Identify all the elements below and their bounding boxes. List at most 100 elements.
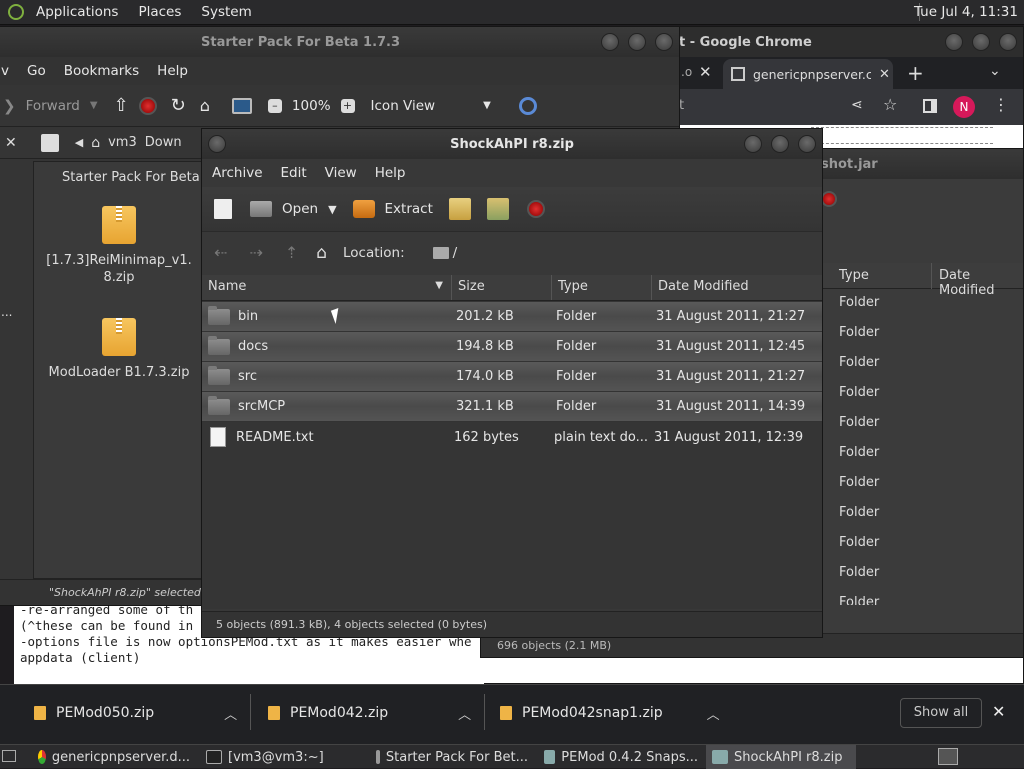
taskbar-item[interactable]: [vm3@vm3:~] [200,745,366,769]
column-type[interactable]: Type [552,275,652,300]
bg-file-row[interactable]: Folder [839,535,879,550]
zoom-in-icon[interactable]: + [340,98,355,113]
forward-arrow-icon[interactable]: ⇢ [249,243,262,262]
download-menu-chevron-icon[interactable]: ︿ [458,704,471,723]
new-archive-icon[interactable] [214,199,232,219]
add-files-icon[interactable] [448,198,471,220]
tab-close-icon[interactable]: ✕ [879,67,890,82]
up-arrow-icon[interactable]: ⇡ [285,243,298,262]
extract-icon[interactable] [352,200,375,218]
column-date[interactable]: Date Modified [652,275,822,300]
home-icon[interactable]: ⌂ [316,243,327,263]
open-dropdown-icon[interactable]: ▼ [328,203,336,216]
edit-location-icon[interactable] [40,133,59,152]
tab-search-chevron-icon[interactable]: ⌄ [989,63,1001,79]
bg-file-row[interactable]: Folder [839,355,879,370]
view-menu[interactable]: View [325,165,357,181]
help-menu[interactable]: Help [157,63,188,79]
back-arrow-icon[interactable]: ⇠ [214,243,227,262]
download-item[interactable]: PEMod042.zip ︿ [268,690,471,736]
add-folder-icon[interactable] [486,198,509,220]
clock[interactable]: Tue Jul 4, 11:31 [914,4,1018,20]
stop-icon[interactable] [526,200,545,218]
forward-button[interactable]: Forward [26,98,80,114]
bg-file-row[interactable]: Folder [839,325,879,340]
distro-logo-icon[interactable] [8,4,24,20]
chrome-tab-active[interactable]: genericpnpserver.c ✕ [723,59,893,89]
path-downloads[interactable]: Down [145,135,182,150]
file-row[interactable]: docs 194.8 kB Folder 31 August 2011, 12:45 [202,332,822,362]
download-menu-chevron-icon[interactable]: ︿ [707,704,720,723]
bg-file-row[interactable]: Folder [839,415,879,430]
maximize-button[interactable] [972,33,990,51]
file-row[interactable]: src 174.0 kB Folder 31 August 2011, 21:27 [202,362,822,392]
bg-file-row[interactable]: Folder [839,385,879,400]
bg-file-row[interactable]: Folder [839,475,879,490]
home-icon[interactable]: ⌂ [200,96,210,115]
help-menu[interactable]: Help [375,165,406,181]
bg-file-row[interactable]: Folder [839,445,879,460]
places-menu[interactable]: Places [138,4,181,20]
close-sidebar-icon[interactable]: ✕ [5,135,17,151]
show-desktop-icon[interactable] [2,750,16,762]
taskbar-item[interactable]: genericpnpserver.d... [32,745,196,769]
minimize-button[interactable] [945,33,963,51]
column-type[interactable]: Type [839,268,869,283]
new-tab-icon[interactable]: + [907,61,924,85]
system-menu[interactable]: System [201,4,251,20]
view-mode-select[interactable]: Icon View [371,98,436,114]
maximize-button[interactable] [628,33,646,51]
close-downloads-icon[interactable]: ✕ [992,702,1005,721]
stop-icon[interactable] [821,191,837,207]
forward-dropdown-icon[interactable]: ▼ [90,100,98,111]
up-arrow-icon[interactable]: ⇧ [114,95,129,116]
tab-close-icon[interactable]: ✕ [699,63,712,81]
download-item[interactable]: PEMod042snap1.zip ︿ [500,690,720,736]
maximize-button[interactable] [771,135,789,153]
taskbar-item[interactable]: PEMod 0.4.2 Snaps... [538,745,704,769]
download-item[interactable]: PEMod050.zip ︿ [34,690,237,736]
zoom-out-icon[interactable]: – [267,98,282,113]
location-value[interactable]: / [453,245,458,261]
bookmark-star-icon[interactable]: ☆ [883,95,897,114]
close-button[interactable] [999,33,1017,51]
profile-avatar[interactable]: N [953,96,975,118]
open-archive-icon[interactable] [250,201,272,217]
close-button[interactable] [798,135,816,153]
workspace-switcher[interactable] [938,748,958,765]
edit-menu[interactable]: Edit [281,165,307,181]
go-menu[interactable]: Go [27,63,46,79]
bg-file-row[interactable]: Folder [839,595,879,605]
archive-menu[interactable]: Archive [212,165,263,181]
show-all-button[interactable]: Show all [900,698,982,728]
chrome-tab-partial[interactable]: .o [681,65,692,79]
file-row[interactable]: bin 201.2 kB Folder 31 August 2011, 21:27 [202,302,822,332]
download-menu-chevron-icon[interactable]: ︿ [224,704,237,723]
taskbar-item[interactable]: Starter Pack For Bet... [370,745,534,769]
file-row[interactable]: README.txt 162 bytes plain text do... 31 Au… [202,422,822,452]
sidepanel-icon[interactable] [923,99,937,113]
path-back-icon[interactable]: ◀ [75,136,83,149]
minimize-button[interactable] [601,33,619,51]
file-icon-item[interactable]: ModLoader B1.7.3.zip [34,318,204,381]
bg-file-row[interactable]: Folder [839,295,879,310]
reload-icon[interactable]: ↻ [171,95,186,116]
view-mode-dropdown-icon[interactable]: ▼ [483,100,491,111]
forward-arrow-icon[interactable]: ❯ [3,97,16,115]
close-button[interactable] [655,33,673,51]
extract-button[interactable]: Extract [385,201,433,217]
share-icon[interactable]: ⋖ [851,97,863,113]
open-button[interactable]: Open [282,201,318,217]
bookmarks-menu[interactable]: Bookmarks [64,63,139,79]
column-size[interactable]: Size [452,275,552,300]
computer-icon[interactable] [231,97,252,114]
minimize-button[interactable] [744,135,762,153]
column-name[interactable]: Name ▼ [202,275,452,300]
bg-file-row[interactable]: Folder [839,565,879,580]
file-icon-item[interactable]: [1.7.3]ReiMinimap_v1.8.zip [34,206,204,286]
edit-menu-partial[interactable]: v [1,63,9,79]
applications-menu[interactable]: Applications [36,4,118,20]
file-row[interactable]: srcMCP 321.1 kB Folder 31 August 2011, 14:3… [202,392,822,422]
taskbar-item[interactable]: ShockAhPI r8.zip [706,745,856,769]
path-vm3[interactable]: vm3 [108,135,137,150]
